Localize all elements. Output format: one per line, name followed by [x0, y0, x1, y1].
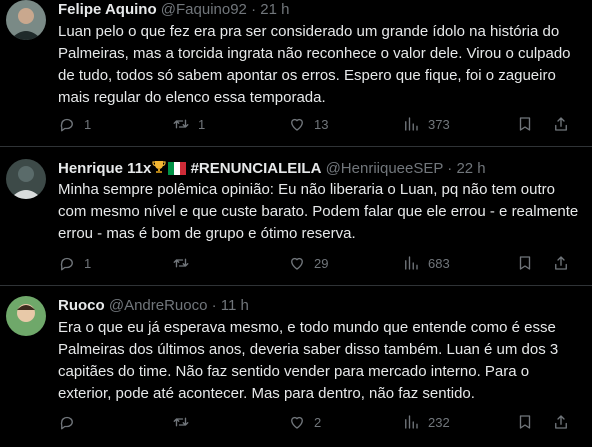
retweet-count: 1: [198, 116, 206, 132]
views-icon: [405, 415, 418, 429]
bookmark-button[interactable]: [516, 254, 534, 272]
tweet-time[interactable]: · 22 h: [447, 160, 485, 177]
tweet-text: Minha sempre polêmica opinião: Eu não li…: [58, 181, 579, 242]
like-count: 13: [314, 116, 329, 132]
share-icon: [555, 117, 567, 131]
retweet-button[interactable]: [172, 254, 198, 272]
avatar[interactable]: [6, 159, 46, 199]
heart-icon: [291, 416, 303, 429]
author-handle[interactable]: @Faquino92: [161, 1, 247, 18]
tweet[interactable]: Ruoco @AndreRuoco · 11 h Era o que eu já…: [0, 286, 592, 447]
bookmark-button[interactable]: [516, 413, 534, 431]
like-button[interactable]: 13: [288, 115, 328, 133]
tweet-time[interactable]: · 21 h: [251, 1, 289, 18]
retweet-button[interactable]: 1: [172, 115, 205, 133]
reply-count: 1: [84, 255, 92, 271]
share-icon: [555, 415, 567, 429]
tweet-header: Ruoco @AndreRuoco · 11 h: [58, 296, 249, 316]
reply-button[interactable]: [58, 413, 84, 431]
reply-icon: [60, 416, 73, 430]
retweet-icon: [173, 258, 189, 268]
views-button[interactable]: 373: [402, 115, 450, 133]
reply-button[interactable]: 1: [58, 254, 91, 272]
heart-icon: [291, 118, 303, 131]
like-count: 29: [314, 255, 329, 271]
bookmark-icon: [519, 256, 531, 270]
author-name-hashtag: #RENUNCIALEILA: [190, 160, 322, 177]
reply-icon: [60, 118, 73, 132]
tweet[interactable]: Felipe Aquino @Faquino92 · 21 h Luan pel…: [0, 0, 592, 147]
views-count: 232: [428, 414, 450, 430]
reply-count: 1: [84, 116, 92, 132]
retweet-button[interactable]: [172, 413, 198, 431]
tweet[interactable]: Henrique 11x #RENUNCIALEILA @HenriiqueeS…: [0, 147, 592, 286]
avatar[interactable]: [6, 296, 46, 336]
like-button[interactable]: 2: [288, 413, 321, 431]
tweet-text: Era o que eu já esperava mesmo, e todo m…: [58, 319, 559, 402]
share-button[interactable]: [552, 115, 570, 133]
author-name[interactable]: Ruoco: [58, 297, 105, 314]
tweet-header: Felipe Aquino @Faquino92 · 21 h: [58, 0, 289, 20]
like-button[interactable]: 29: [288, 254, 328, 272]
tweet-actions: 1 1 13 373: [58, 115, 582, 135]
tweet-header: Henrique 11x #RENUNCIALEILA @HenriiqueeS…: [58, 159, 486, 179]
views-count: 373: [428, 116, 450, 132]
views-icon: [405, 256, 418, 270]
reply-icon: [60, 257, 73, 271]
trophy-icon: [152, 161, 166, 173]
retweet-icon: [173, 417, 189, 427]
like-count: 2: [314, 414, 322, 430]
tweet-text: Luan pelo o que fez era pra ser consider…: [58, 23, 571, 106]
author-name[interactable]: Felipe Aquino: [58, 1, 157, 18]
retweet-icon: [173, 119, 189, 129]
views-icon: [405, 117, 418, 131]
views-button[interactable]: 232: [402, 413, 450, 431]
italy-flag-icon: [168, 162, 187, 175]
author-name-text: Henrique 11x: [58, 160, 152, 177]
tweet-time[interactable]: · 11 h: [212, 297, 249, 314]
tweet-actions: 1 29 683: [58, 254, 582, 274]
author-handle[interactable]: @HenriiqueeSEP: [326, 160, 444, 177]
avatar[interactable]: [6, 0, 46, 40]
reply-button[interactable]: 1: [58, 115, 91, 133]
views-count: 683: [428, 255, 450, 271]
share-button[interactable]: [552, 413, 570, 431]
bookmark-icon: [519, 117, 531, 131]
author-handle[interactable]: @AndreRuoco: [109, 297, 208, 314]
author-name[interactable]: Henrique 11x #RENUNCIALEILA: [58, 160, 321, 177]
tweet-actions: 2 232: [58, 413, 582, 433]
bookmark-icon: [519, 415, 531, 429]
bookmark-button[interactable]: [516, 115, 534, 133]
views-button[interactable]: 683: [402, 254, 450, 272]
share-icon: [555, 256, 567, 270]
share-button[interactable]: [552, 254, 570, 272]
heart-icon: [291, 257, 303, 270]
